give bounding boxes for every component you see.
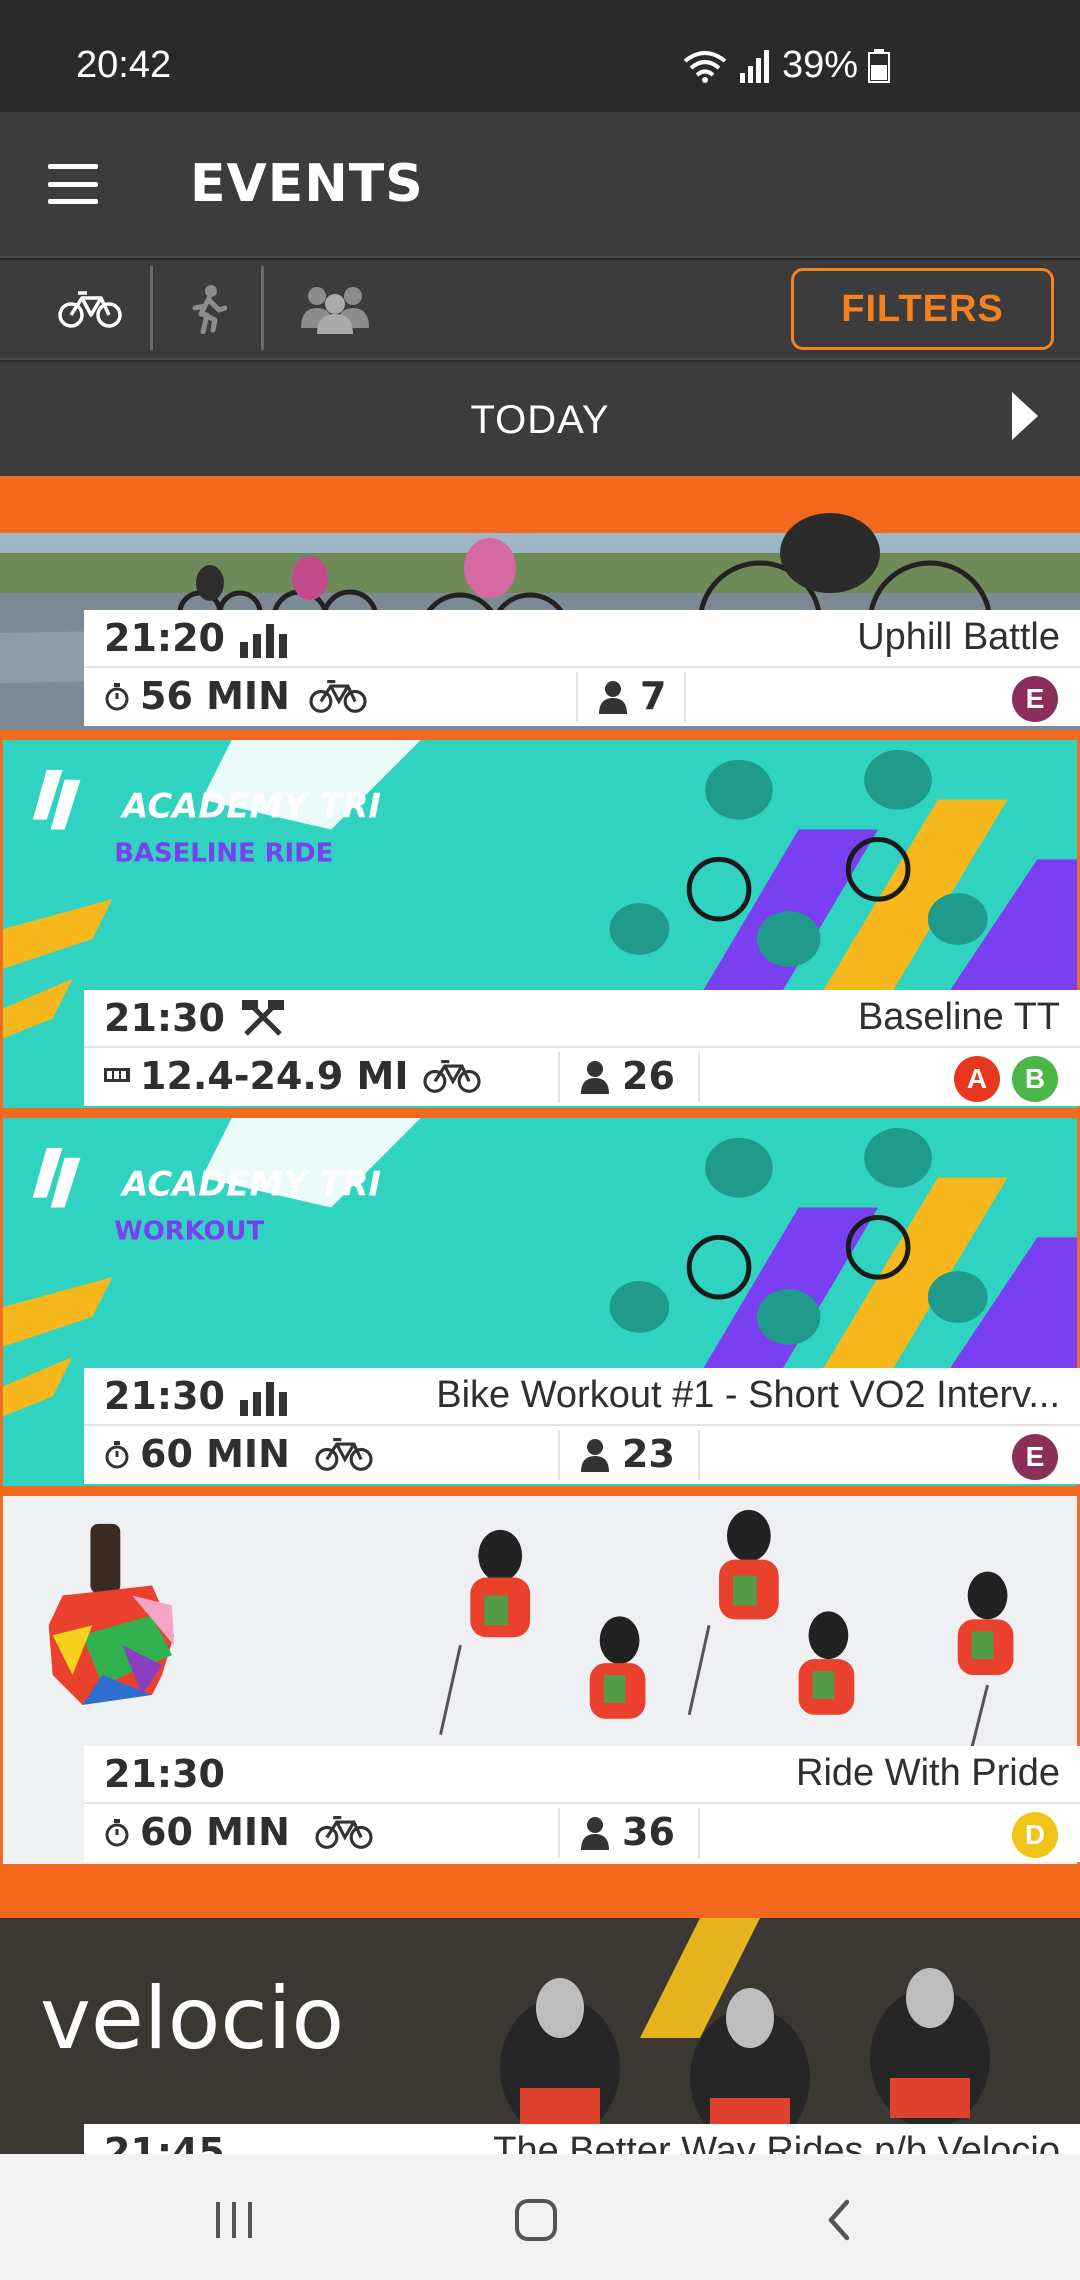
- event-card[interactable]: ACADEMY TRI WORKOUT 21:30 Bike Workout #…: [0, 1118, 1080, 1488]
- stopwatch-icon: [105, 1819, 129, 1847]
- category-badge: D: [1012, 1812, 1058, 1858]
- event-list[interactable]: 21:20 Uphill Battle 56 MIN 7 E ACADEMY T…: [0, 476, 1080, 2154]
- event-name: Baseline TT: [857, 996, 1060, 1038]
- group-icon: [301, 287, 369, 334]
- event-card[interactable]: ACADEMY TRI BASELINE RIDE 21:30 Baseline…: [0, 740, 1080, 1110]
- event-info: 21:45 The Better Way Rides p/b Velocio: [84, 2124, 1080, 2154]
- odometer-icon: [104, 1068, 130, 1082]
- event-name: Uphill Battle: [857, 616, 1060, 658]
- app-header: EVENTS: [0, 112, 1080, 258]
- svg-text:ACADEMY TRI: ACADEMY TRI: [119, 1165, 381, 1204]
- svg-text:BASELINE RIDE: BASELINE RIDE: [114, 838, 333, 868]
- bike-icon: [315, 1438, 373, 1471]
- event-distance: 12.4-24.9 MI: [140, 1054, 409, 1098]
- event-time: 21:45: [104, 2130, 225, 2154]
- page-title: EVENTS: [190, 154, 424, 214]
- status-bar: 20:42 39%: [0, 0, 1080, 112]
- divider: [684, 672, 686, 722]
- event-duration: 60 MIN: [140, 1432, 290, 1476]
- status-indicators: 39%: [682, 44, 890, 87]
- event-info: 21:20 Uphill Battle 56 MIN 7 E: [84, 610, 1080, 726]
- category-badge: B: [1012, 1056, 1058, 1102]
- tab-bike[interactable]: [30, 266, 150, 352]
- run-icon: [192, 285, 227, 334]
- workout-bars-icon: [240, 624, 287, 658]
- person-icon: [581, 1061, 609, 1094]
- event-card[interactable]: velocio 21:45 The Better Way Rides p/b V…: [0, 1874, 1080, 2154]
- hamburger-icon[interactable]: [48, 164, 98, 204]
- divider: [576, 672, 578, 722]
- workout-bars-icon: [240, 1382, 287, 1416]
- bike-icon: [309, 680, 367, 713]
- filters-button[interactable]: FILTERS: [791, 268, 1054, 350]
- recent-apps-icon[interactable]: [204, 2190, 264, 2250]
- person-icon: [581, 1817, 609, 1850]
- rider-count: 23: [622, 1432, 675, 1476]
- event-name: Bike Workout #1 - Short VO2 Interv...: [436, 1374, 1060, 1416]
- day-label: TODAY: [470, 398, 610, 442]
- category-badge: A: [954, 1056, 1000, 1102]
- battery-percent: 39%: [781, 44, 858, 86]
- category-badge: E: [1012, 1434, 1058, 1480]
- stopwatch-icon: [105, 1441, 129, 1469]
- event-info: 21:30 Ride With Pride 60 MIN 36 D: [84, 1746, 1080, 1862]
- wifi-icon: [683, 50, 727, 83]
- tab-group[interactable]: [280, 266, 390, 352]
- svg-text:ACADEMY TRI: ACADEMY TRI: [119, 787, 381, 826]
- rider-count: 26: [622, 1054, 675, 1098]
- day-selector: TODAY: [0, 362, 1080, 476]
- status-time: 20:42: [76, 44, 172, 86]
- bike-icon: [315, 1816, 373, 1849]
- event-duration: 60 MIN: [140, 1810, 290, 1854]
- system-nav-bar: [0, 2154, 1080, 2280]
- tab-run[interactable]: [153, 266, 261, 352]
- rider-count: 36: [622, 1810, 675, 1854]
- divider: [558, 1808, 560, 1858]
- event-time: 21:30: [104, 1374, 225, 1418]
- event-card[interactable]: 21:20 Uphill Battle 56 MIN 7 E: [0, 476, 1080, 730]
- event-banner-image: velocio: [0, 1918, 1080, 2154]
- event-time: 21:20: [104, 616, 225, 660]
- signal-icon: [739, 49, 769, 83]
- battery-icon: [868, 48, 890, 83]
- event-name: The Better Way Rides p/b Velocio: [493, 2130, 1060, 2154]
- chevron-right-icon[interactable]: [1012, 392, 1038, 440]
- event-name: Ride With Pride: [796, 1752, 1060, 1794]
- event-time: 21:30: [104, 996, 225, 1040]
- event-info: 21:30 Baseline TT 12.4-24.9 MI 26 A B: [84, 990, 1080, 1106]
- person-icon: [581, 1439, 609, 1472]
- divider: [698, 1430, 700, 1480]
- person-icon: [599, 681, 627, 714]
- event-duration: 56 MIN: [140, 674, 290, 718]
- velocio-logo: velocio: [40, 1969, 344, 2069]
- divider: [558, 1052, 560, 1102]
- stopwatch-icon: [105, 683, 129, 711]
- home-icon[interactable]: [506, 2190, 566, 2250]
- divider: [558, 1430, 560, 1480]
- rider-count: 7: [640, 674, 667, 718]
- back-icon[interactable]: [808, 2190, 868, 2250]
- category-badge: E: [1012, 676, 1058, 722]
- divider: [698, 1052, 700, 1102]
- event-card[interactable]: 21:30 Ride With Pride 60 MIN 36 D: [0, 1496, 1080, 1866]
- event-info: 21:30 Bike Workout #1 - Short VO2 Interv…: [84, 1368, 1080, 1484]
- crossed-hammers-icon: [242, 1000, 284, 1036]
- event-time: 21:30: [104, 1752, 225, 1796]
- svg-text:WORKOUT: WORKOUT: [114, 1216, 264, 1246]
- sport-filter-bar: FILTERS: [0, 260, 1080, 360]
- bike-icon: [423, 1060, 481, 1093]
- tab-separator: [261, 266, 264, 350]
- divider: [698, 1808, 700, 1858]
- bike-icon: [58, 291, 122, 328]
